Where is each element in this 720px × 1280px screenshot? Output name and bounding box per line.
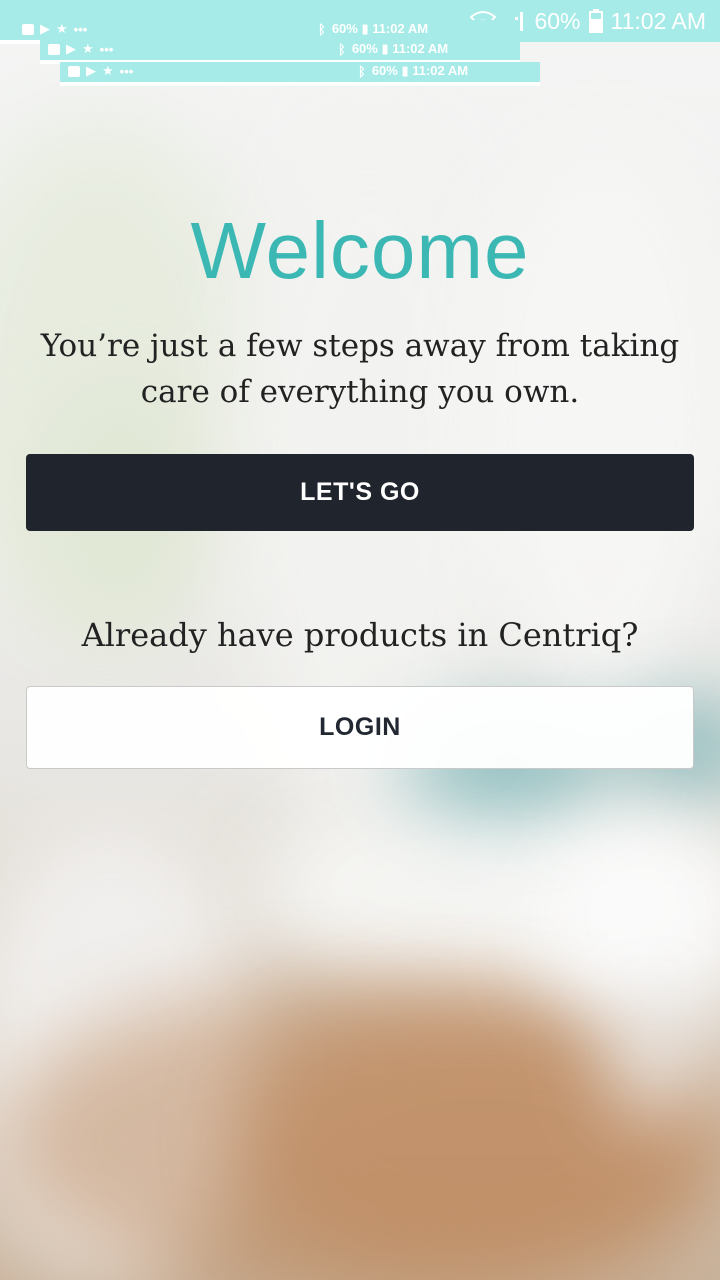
login-button[interactable]: LOGIN: [26, 686, 694, 769]
more-icon: •••: [73, 21, 88, 37]
more-icon: •••: [119, 63, 134, 79]
ghost-status-text: 60% ▮ 11:02 AM: [371, 63, 469, 78]
lets-go-button[interactable]: LET'S GO: [26, 454, 694, 531]
bluetooth-icon: ᛒ: [358, 63, 366, 79]
more-icon: •••: [99, 41, 114, 57]
star-icon: ★: [82, 41, 94, 56]
app-screen: 60% 11:02 AM ▶ ★ ••• ᛒ 60% ▮ 11:02 AM ▶ ★ •••…: [0, 0, 720, 1280]
ghost-status-text: 60% ▮ 11:02 AM: [331, 21, 429, 36]
ghost-status-bar-2: ▶ ★ ••• ᛒ 60% ▮ 11:02 AM: [40, 40, 520, 64]
battery-icon: [588, 9, 603, 33]
image-icon: [48, 43, 60, 55]
battery-percent: 60%: [534, 7, 581, 34]
status-time: 11:02 AM: [610, 7, 706, 34]
image-icon: [68, 65, 80, 77]
bluetooth-icon: ᛒ: [338, 41, 346, 57]
ghost-status-bar-3: ▶ ★ ••• ᛒ 60% ▮ 11:02 AM: [60, 62, 540, 86]
star-icon: ★: [56, 21, 68, 36]
welcome-title: Welcome: [190, 206, 530, 295]
play-icon: ▶: [66, 41, 76, 56]
image-icon: [22, 23, 34, 35]
play-icon: ▶: [40, 21, 50, 36]
bluetooth-icon: ᛒ: [318, 21, 326, 37]
login-prompt: Already have products in Centriq?: [81, 616, 639, 654]
play-icon: ▶: [86, 63, 96, 78]
welcome-subtitle: You’re just a few steps away from taking…: [40, 328, 680, 410]
star-icon: ★: [102, 63, 114, 78]
ghost-status-text: 60% ▮ 11:02 AM: [351, 41, 449, 56]
